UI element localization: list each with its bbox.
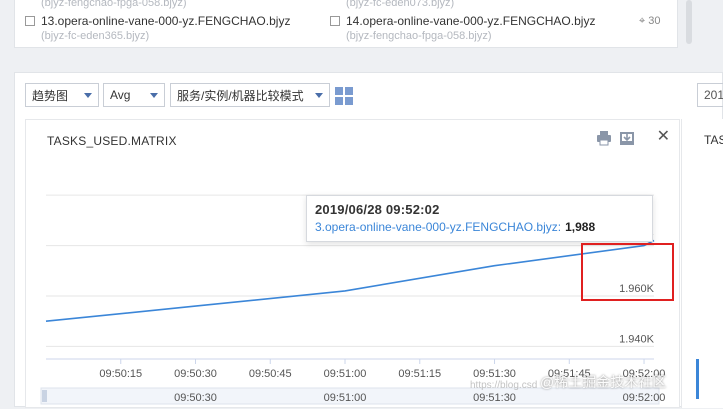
tooltip-value: 1,988 — [565, 220, 595, 234]
host-subtitle-ghost: (bjyz-fengchao-fpga-058.bjyz) — [41, 0, 187, 9]
x-tick-label: 09:51:15 — [398, 368, 441, 380]
host-list-panel: (bjyz-fengchao-fpga-058.bjyz) 13.opera-o… — [14, 0, 678, 48]
chevron-down-icon — [150, 93, 158, 98]
host-row-13[interactable]: 13.opera-online-vane-000-yz.FENGCHAO.bjy… — [25, 14, 290, 28]
chart-card: TASKS_USED.MATRIX ✕ 1.940K1.960K1.980K 0… — [25, 119, 680, 408]
host-subtitle: (bjyz-fengchao-fpga-058.bjyz) — [346, 30, 492, 42]
tooltip-time: 2019/06/28 09:52:02 — [315, 202, 652, 217]
navigator-tick-label: 09:52:00 — [623, 392, 666, 404]
chevron-down-icon — [315, 93, 323, 98]
navigator-tick-label: 09:51:00 — [324, 392, 367, 404]
host-list-scrollbar[interactable] — [686, 0, 692, 44]
map-pin-icon: ⌖ — [639, 15, 645, 27]
grid-layout-icon[interactable] — [335, 87, 353, 105]
navigator-handle-left — [42, 390, 47, 402]
x-tick-label: 09:50:30 — [174, 368, 217, 380]
aggregation-select[interactable]: Avg — [103, 83, 165, 107]
host-row-14[interactable]: 14.opera-online-vane-000-yz.FENGCHAO.bjy… — [330, 14, 595, 28]
site-watermark: @稀土掘金技术社区 — [540, 372, 666, 392]
host-subtitle: (bjyz-fc-eden365.bjyz) — [41, 30, 149, 42]
x-tick-label: 09:50:15 — [99, 368, 142, 380]
host-subtitle-ghost: (bjyz-fc-eden073.bjyz) — [346, 0, 454, 9]
chevron-down-icon — [84, 93, 92, 98]
x-tick-label: 09:51:30 — [473, 368, 516, 380]
chart-title-2: TAS — [704, 133, 723, 147]
chart-tooltip: 2019/06/28 09:52:02 3.opera-online-vane-… — [306, 195, 653, 242]
view-type-select[interactable]: 趋势图 — [25, 83, 99, 107]
aggregation-value: Avg — [110, 88, 130, 102]
chart-card-2: TAS — [681, 119, 723, 408]
navigator-tick-label: 09:51:30 — [473, 392, 516, 404]
navigator-tick-label: 09:50:30 — [174, 392, 217, 404]
date-range-input[interactable]: 201 — [697, 83, 723, 107]
instance-count-value: 30 — [648, 15, 660, 27]
series-line — [46, 241, 654, 322]
chart-region: 趋势图 Avg 服务/实例/机器比较模式 201 TASKS_USED.MATR… — [14, 72, 723, 407]
y-tick-label: 1.940K — [619, 333, 655, 345]
compare-mode-select[interactable]: 服务/实例/机器比较模式 — [170, 83, 330, 107]
host-label: 14.opera-online-vane-000-yz.FENGCHAO.bjy… — [346, 14, 595, 28]
host-checkbox[interactable] — [330, 16, 340, 26]
x-tick-label: 09:51:00 — [324, 368, 367, 380]
host-label: 13.opera-online-vane-000-yz.FENGCHAO.bjy… — [41, 14, 290, 28]
compare-mode-value: 服务/实例/机器比较模式 — [177, 87, 304, 104]
host-checkbox[interactable] — [25, 16, 35, 26]
highlight-box — [581, 243, 674, 301]
view-type-value: 趋势图 — [32, 87, 68, 104]
tooltip-series-label: 3.opera-online-vane-000-yz.FENGCHAO.bjyz… — [315, 220, 561, 234]
x-tick-label: 09:50:45 — [249, 368, 292, 380]
tooltip-row: 3.opera-online-vane-000-yz.FENGCHAO.bjyz… — [315, 220, 652, 234]
instance-count: ⌖ 30 — [639, 15, 661, 28]
chart-2-series-line — [696, 359, 699, 399]
url-watermark: https://blog.csd — [470, 380, 537, 391]
